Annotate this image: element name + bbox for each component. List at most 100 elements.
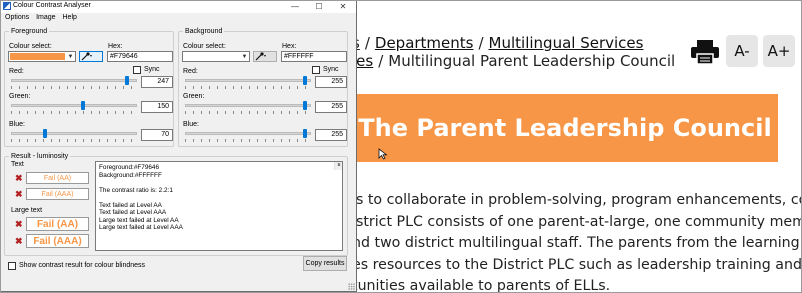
details-line: Large text failed at Level AAA — [99, 224, 183, 231]
foreground-group: Foreground Colour select: ▼ Hex: #F79646… — [4, 27, 174, 147]
bg-red-slider-thumb[interactable] — [303, 76, 307, 85]
menu-bar: Options Image Help — [1, 14, 78, 24]
fg-blue-ticks — [11, 139, 137, 142]
fg-red-input[interactable]: 247 — [141, 76, 173, 88]
results-details-textarea[interactable]: Foreground:#F79646 Background:#FFFFFF Th… — [95, 161, 343, 251]
app-icon — [3, 2, 11, 10]
close-icon[interactable]: ✕ — [331, 0, 355, 13]
bg-eyedropper-button[interactable] — [253, 51, 277, 62]
bg-green-ticks — [185, 111, 311, 114]
zoom-out-button[interactable]: A- — [726, 35, 758, 67]
bg-blue-ticks — [185, 139, 311, 142]
fail-x-icon: ✖ — [15, 236, 23, 246]
details-line: Large text failed at Level AA — [99, 216, 179, 224]
foreground-group-label: Foreground — [9, 27, 50, 36]
details-line: The contrast ratio is: 2.2:1 — [99, 186, 173, 194]
fg-red-label: Red: — [9, 68, 24, 75]
colour-contrast-analyser-window: Colour Contrast Analyser — ☐ ✕ Options I… — [0, 0, 357, 292]
menu-options[interactable]: Options — [5, 14, 29, 21]
fg-green-ticks — [11, 111, 137, 114]
bg-blue-slider[interactable] — [185, 132, 311, 135]
fg-colour-select-label: Colour select: — [9, 43, 52, 50]
large-text-results-label: Large text — [11, 207, 43, 214]
fg-green-slider[interactable] — [11, 104, 137, 107]
body-line: is to collaborate in problem-solving, pr… — [352, 192, 802, 208]
eyedropper-icon — [81, 52, 92, 61]
zoom-in-button[interactable]: A+ — [763, 35, 795, 67]
fg-blue-input[interactable]: 70 — [141, 129, 173, 141]
bg-sync-label: Sync — [323, 66, 339, 73]
fail-x-icon: ✖ — [15, 219, 23, 229]
bg-colour-select[interactable]: ▼ — [182, 51, 250, 62]
bg-red-ticks — [185, 86, 311, 89]
bg-green-slider[interactable] — [185, 104, 311, 107]
fg-red-slider[interactable] — [11, 79, 137, 82]
bg-green-input[interactable]: 255 — [315, 101, 347, 113]
fg-hex-label: Hex: — [108, 43, 123, 50]
bg-hex-input[interactable]: #FFFFFF — [281, 51, 347, 62]
fg-eyedropper-button[interactable] — [79, 51, 103, 62]
bg-red-slider[interactable] — [185, 79, 311, 82]
fg-green-slider-thumb[interactable] — [81, 101, 85, 110]
body-line: nd two district multilingual staff. The … — [352, 235, 802, 251]
body-line: tunities available to parents of ELLs. — [352, 278, 611, 293]
bg-blue-label: Blue: — [183, 121, 199, 128]
large-text-aa-result: Fail (AA) — [26, 217, 89, 231]
body-line: es resources to the District PLC such as… — [352, 256, 802, 273]
menu-help[interactable]: Help — [63, 14, 77, 21]
window-title: Colour Contrast Analyser — [13, 2, 91, 9]
mouse-cursor-icon — [378, 148, 388, 160]
breadcrumb-continued: ies / Multilingual Parent Leadership Counc… — [352, 52, 676, 70]
result-group: Result - luminosity Text ✖ Fail (AA) ✖ F… — [4, 152, 348, 256]
bg-blue-slider-thumb[interactable] — [303, 129, 307, 138]
scroll-down-icon[interactable]: ▼ — [335, 162, 343, 170]
fg-blue-label: Blue: — [9, 121, 25, 128]
fg-hex-input[interactable]: #F79646 — [107, 51, 173, 62]
bg-sync-checkbox[interactable] — [312, 66, 320, 74]
bg-blue-input[interactable]: 255 — [315, 129, 347, 141]
fg-blue-slider[interactable] — [11, 132, 137, 135]
bg-red-label: Red: — [183, 68, 198, 75]
breadcrumb-current: Multilingual Parent Leadership Council — [388, 52, 676, 70]
maximize-icon[interactable]: ☐ — [307, 0, 331, 13]
bg-green-slider-thumb[interactable] — [303, 101, 307, 110]
fg-red-slider-thumb[interactable] — [125, 76, 129, 85]
fg-red-ticks — [11, 86, 137, 89]
details-line: Foreground:#F79646 — [99, 164, 160, 171]
resize-grip[interactable] — [348, 283, 355, 290]
fg-colour-select[interactable]: ▼ — [8, 51, 76, 62]
bg-red-input[interactable]: 255 — [315, 76, 347, 88]
eyedropper-icon — [255, 52, 266, 61]
title-bar[interactable]: Colour Contrast Analyser — ☐ ✕ — [1, 0, 356, 13]
banner-title: The Parent Leadership Council — [358, 114, 772, 142]
fg-sync-checkbox[interactable] — [133, 66, 141, 74]
fg-sync-label: Sync — [144, 66, 160, 73]
details-line: Text failed at Level AA — [99, 201, 162, 209]
copy-results-button[interactable]: Copy results — [303, 256, 347, 271]
bg-green-label: Green: — [183, 93, 205, 100]
colour-blindness-checkbox[interactable] — [8, 262, 16, 270]
background-group: Background Colour select: ▼ Hex: #FFFFFF… — [178, 27, 348, 147]
details-line: Text failed at Level AAA — [99, 209, 167, 216]
body-line: istrict PLC consists of one parent-at-la… — [352, 213, 802, 230]
menu-image[interactable]: Image — [36, 14, 55, 21]
large-text-aaa-result: Fail (AAA) — [26, 234, 89, 248]
breadcrumb-link-departments[interactable]: Departments — [375, 34, 474, 52]
printer-icon[interactable] — [688, 39, 722, 65]
background-group-label: Background — [183, 27, 225, 36]
details-line — [99, 179, 339, 187]
fg-colour-swatch — [10, 53, 65, 60]
page-banner: The Parent Leadership Council — [352, 94, 778, 162]
details-line: Background:#FFFFFF — [99, 171, 162, 179]
chevron-down-icon: ▼ — [241, 53, 248, 60]
text-aa-result: Fail (AA) — [26, 172, 89, 184]
fg-blue-slider-thumb[interactable] — [43, 129, 47, 138]
chevron-down-icon: ▼ — [67, 53, 74, 60]
fail-x-icon: ✖ — [15, 173, 23, 183]
bg-hex-label: Hex: — [282, 43, 297, 50]
breadcrumb-link-multilingual-services[interactable]: Multilingual Services — [489, 34, 644, 52]
fg-green-input[interactable]: 150 — [141, 101, 173, 113]
vertical-scrollbar[interactable]: ▲ ▼ — [334, 162, 342, 170]
body-paragraph: is to collaborate in problem-solving, pr… — [352, 190, 802, 293]
minimize-icon[interactable]: — — [283, 0, 307, 13]
